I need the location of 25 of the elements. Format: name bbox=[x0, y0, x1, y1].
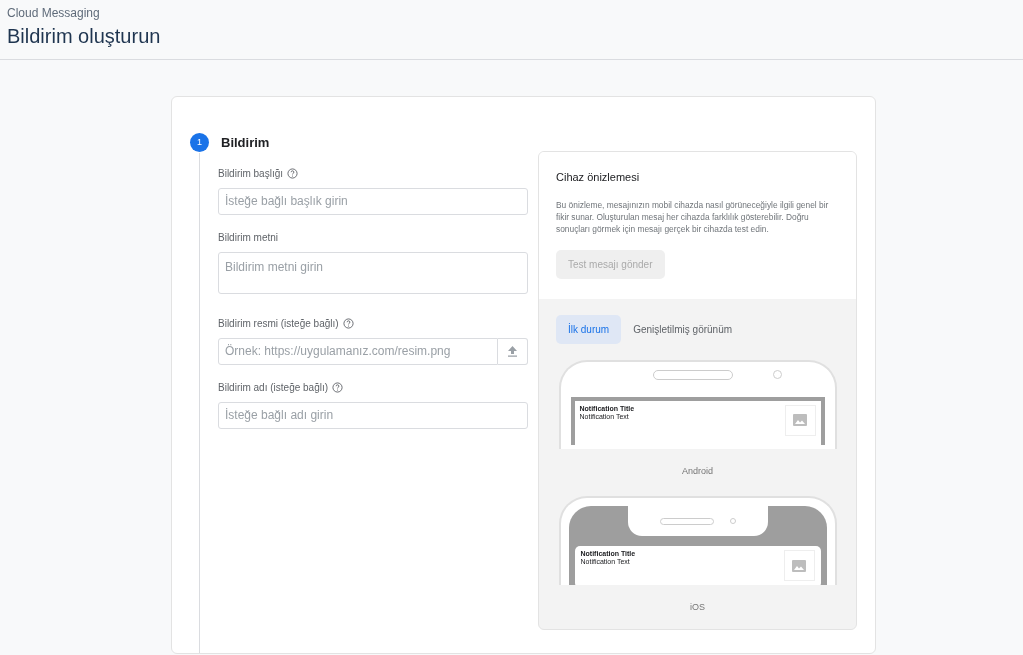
preview-tab[interactable]: İlk durum bbox=[556, 314, 622, 344]
help-icon[interactable] bbox=[342, 317, 354, 329]
text-field[interactable]: İsteğe bağlı başlık girin bbox=[218, 187, 528, 215]
breadcrumb[interactable]: Cloud Messaging bbox=[7, 4, 1016, 22]
field-label: Bildirim adı (isteğe bağlı) bbox=[218, 380, 329, 395]
field-label: Bildirim başlığı bbox=[218, 166, 284, 181]
field-label: Bildirim resmi (isteğe bağlı) bbox=[218, 316, 339, 331]
image-icon bbox=[792, 559, 806, 572]
upload-icon bbox=[507, 345, 518, 357]
text-field[interactable]: İsteğe bağlı adı girin bbox=[218, 401, 528, 429]
text-area[interactable]: Bildirim metni girin bbox=[218, 251, 528, 294]
upload-button[interactable] bbox=[498, 337, 528, 365]
preview-description: Bu önizleme, mesajınızın mobil cihazda nasıl görüneceğiyle ilgili genel bir fikir sunar. Oluşturulan mesaj her cihazda farklılık gösterebilir. Doğru sonuçları görmek için mesajı gerçek bir cihazda test edin. bbox=[556, 199, 830, 236]
help-icon[interactable] bbox=[332, 381, 344, 393]
image-icon bbox=[793, 414, 807, 426]
device-label: Android bbox=[681, 464, 714, 478]
step-title: Bildirim bbox=[221, 134, 270, 152]
device-label: iOS bbox=[689, 601, 706, 614]
page-title: Bildirim oluşturun bbox=[7, 24, 162, 48]
help-icon[interactable] bbox=[287, 167, 299, 179]
field-label: Bildirim metni bbox=[218, 230, 278, 245]
preview-title: Cihaz önizlemesi bbox=[556, 169, 641, 185]
url-field[interactable]: Örnek: https://uygulamanız.com/resim.png bbox=[218, 337, 498, 365]
step-number: 1 bbox=[190, 133, 209, 153]
preview-tab[interactable]: Genişletilmiş görünüm bbox=[621, 314, 745, 344]
